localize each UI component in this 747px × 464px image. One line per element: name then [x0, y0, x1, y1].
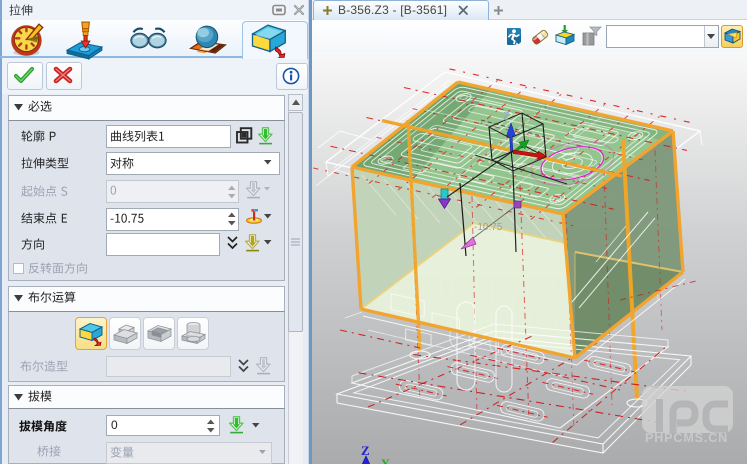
svg-text:Z: Z	[361, 443, 370, 458]
svg-text:PHPCMS.CN: PHPCMS.CN	[645, 431, 728, 445]
svg-text:-10.75: -10.75	[474, 222, 503, 233]
svg-text:Y: Y	[381, 456, 390, 464]
